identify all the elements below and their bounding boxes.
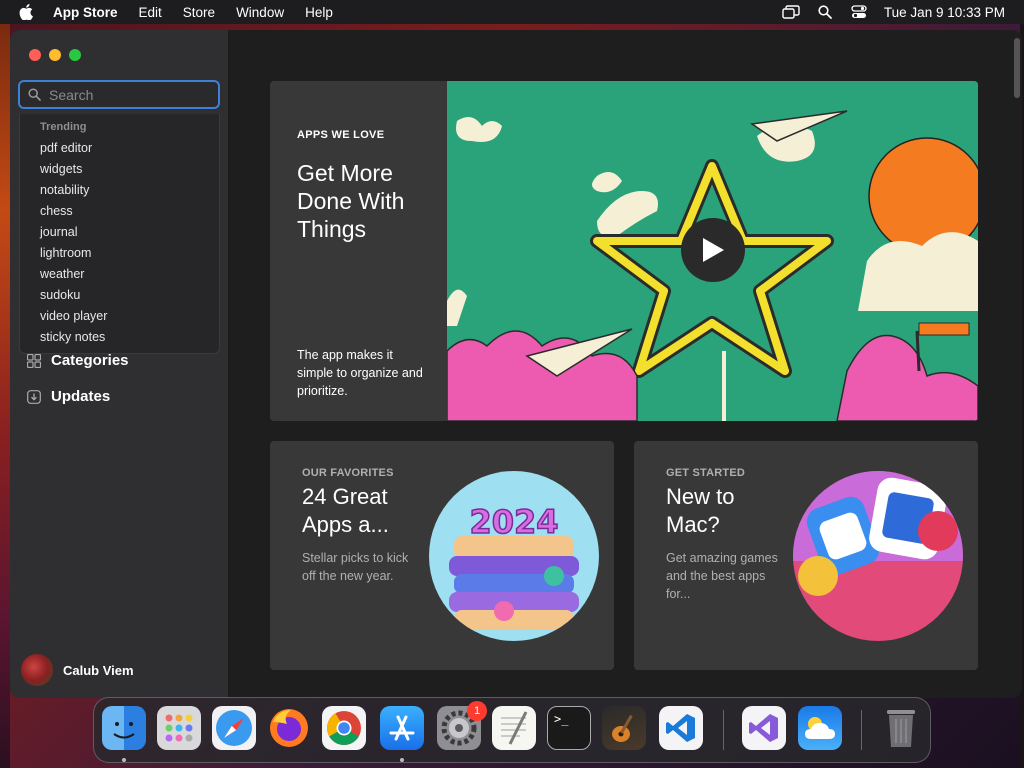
garageband-icon[interactable] [602,706,646,750]
sidebar: Trending pdf editor widgets notability c… [10,30,229,698]
sidebar-item-updates[interactable]: Updates [26,388,110,405]
menu-window[interactable]: Window [236,5,284,20]
app-store-window: Trending pdf editor widgets notability c… [10,30,1022,698]
sidebar-item-label: Categories [51,352,129,369]
spotlight-search-icon[interactable] [816,3,834,21]
card-eyebrow: GET STARTED [666,467,745,479]
zoom-window-button[interactable] [69,49,81,61]
chrome-icon[interactable] [322,706,366,750]
running-indicator [400,758,404,762]
minimize-window-button[interactable] [49,49,61,61]
story-card-favorites[interactable]: OUR FAVORITES 24 Great Apps a... Stellar… [270,441,614,670]
play-icon [701,237,725,263]
dock: >_ [93,697,931,763]
apple-menu-icon[interactable] [19,4,35,20]
suggestion-item[interactable]: sudoku [40,288,80,302]
textedit-icon[interactable] [492,706,536,750]
close-window-button[interactable] [29,49,41,61]
desktop-wallpaper [0,24,10,768]
suggestion-item[interactable]: chess [40,204,73,218]
hero-description: The app makes it simple to organize and … [297,348,423,398]
suggestion-item[interactable]: widgets [40,162,82,176]
card-title: New to Mac? [666,484,735,537]
avatar [21,654,53,686]
card-image [793,471,963,641]
featured-hero-card[interactable]: APPS WE LOVE Get More Done With Things T… [270,81,978,421]
suggestion-item[interactable]: journal [40,225,78,239]
search-input[interactable] [49,86,209,103]
vscode-icon[interactable] [659,706,703,750]
scrollbar[interactable] [1014,38,1020,98]
launchpad-icon[interactable] [157,706,201,750]
hero-text-panel: APPS WE LOVE Get More Done With Things T… [270,81,447,421]
suggestion-item[interactable]: sticky notes [40,330,105,344]
suggestion-item[interactable]: video player [40,309,107,323]
dock-separator [723,710,724,750]
trending-heading: Trending [40,121,87,133]
finder-icon[interactable] [102,706,146,750]
suggestion-item[interactable]: notability [40,183,89,197]
sidebar-item-label: Updates [51,388,111,405]
dock-separator [861,710,862,750]
hero-artwork [447,81,978,421]
safari-icon[interactable] [212,706,256,750]
terminal-prompt: >_ [554,712,569,726]
search-field[interactable] [18,80,220,109]
play-video-button[interactable] [681,218,745,282]
menu-app-store[interactable]: App Store [53,5,118,20]
search-icon [28,88,41,101]
menu-help[interactable]: Help [305,5,333,20]
user-name: Calub Viem [63,662,134,678]
running-indicator [122,758,126,762]
card-title: 24 Great Apps a... [302,484,389,537]
updates-icon [26,389,42,405]
grid-icon [26,353,42,369]
control-center-icon[interactable] [850,3,868,21]
main-content: APPS WE LOVE Get More Done With Things T… [230,30,1022,698]
card-image-2024-text: 2024 [469,503,558,541]
suggestion-item[interactable]: weather [40,267,84,281]
menu-clock[interactable]: Tue Jan 9 10:33 PM [884,5,1005,20]
firefox-icon[interactable] [267,706,311,750]
menu-store[interactable]: Store [183,5,215,20]
menu-edit[interactable]: Edit [139,5,162,20]
suggestion-item[interactable]: pdf editor [40,141,92,155]
terminal-icon[interactable]: >_ [547,706,591,750]
trash-icon[interactable] [879,706,923,750]
card-image: 2024 [429,471,599,641]
search-suggestions-dropdown: Trending pdf editor widgets notability c… [19,114,220,354]
visual-studio-icon[interactable] [742,706,786,750]
story-card-get-started[interactable]: GET STARTED New to Mac? Get amazing game… [634,441,978,670]
screen-mirroring-icon[interactable] [782,3,800,21]
window-controls [29,49,81,61]
notification-badge: 1 [467,701,487,721]
card-eyebrow: OUR FAVORITES [302,467,394,479]
account-button[interactable]: Calub Viem [21,654,134,686]
card-description: Get amazing games and the best apps for.… [666,551,778,601]
app-store-icon[interactable] [380,706,424,750]
card-description: Stellar picks to kick off the new year. [302,551,409,583]
hero-title: Get More Done With Things [297,160,405,242]
menu-bar: App Store Edit Store Window Help Tue Jan… [0,0,1024,24]
sidebar-item-categories[interactable]: Categories [26,352,129,369]
hero-eyebrow: APPS WE LOVE [297,129,385,141]
suggestion-item[interactable]: lightroom [40,246,91,260]
weather-icon[interactable] [798,706,842,750]
